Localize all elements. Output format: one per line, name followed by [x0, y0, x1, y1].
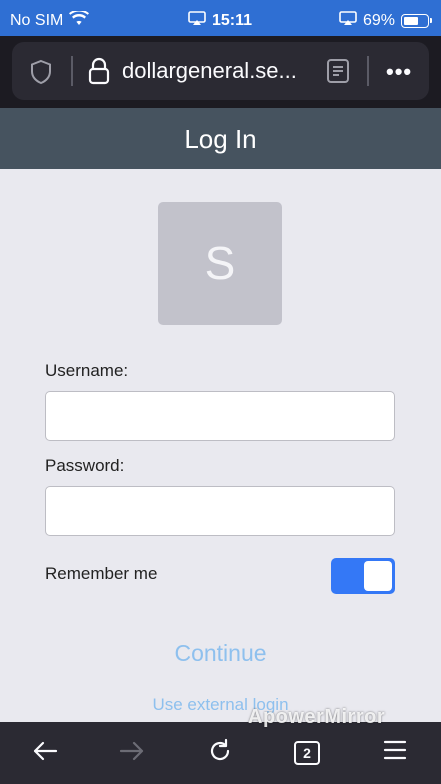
watermark: ApowerMirror [248, 706, 386, 728]
username-label: Username: [45, 361, 129, 380]
status-center: 15:11 [188, 11, 252, 31]
clock: 15:11 [212, 12, 253, 29]
avatar: S [158, 202, 282, 325]
browser-bottom-toolbar: 2 [0, 722, 441, 784]
more-menu-icon[interactable]: ••• [386, 59, 412, 85]
shield-icon[interactable] [28, 59, 54, 90]
reader-view-icon[interactable] [326, 58, 350, 89]
lock-icon[interactable] [88, 57, 110, 90]
hamburger-menu-icon[interactable] [383, 738, 407, 767]
wifi-icon [69, 9, 90, 31]
continue-button[interactable]: Continue [0, 640, 441, 667]
address-bar[interactable]: dollargeneral.se... ••• [12, 42, 429, 100]
address-divider [367, 56, 369, 86]
page-title: Log In [184, 124, 257, 154]
reload-icon[interactable] [207, 738, 233, 769]
battery-percent: 69% [362, 12, 395, 29]
toggle-knob [364, 561, 392, 591]
status-right: 69% [339, 11, 432, 31]
password-field[interactable] [45, 486, 395, 536]
remember-me-toggle[interactable] [331, 558, 395, 594]
browser-toolbar: dollargeneral.se... ••• [0, 36, 441, 108]
status-left: No SIM [10, 9, 90, 31]
status-bar: No SIM 15:11 69% [0, 0, 441, 36]
screen-mirroring-icon [339, 11, 357, 31]
password-label: Password: [45, 456, 125, 475]
remember-me-label: Remember me [45, 564, 158, 583]
battery-icon [401, 14, 432, 28]
tabs-button[interactable]: 2 [294, 741, 320, 765]
username-field[interactable] [45, 391, 395, 441]
url-text[interactable]: dollargeneral.se... [122, 58, 297, 84]
page-header: Log In [0, 108, 441, 169]
forward-arrow-icon[interactable] [119, 738, 145, 769]
screen-mirroring-icon [188, 11, 206, 31]
address-divider [71, 56, 73, 86]
back-arrow-icon[interactable] [32, 738, 58, 769]
carrier-label: No SIM [10, 12, 64, 29]
